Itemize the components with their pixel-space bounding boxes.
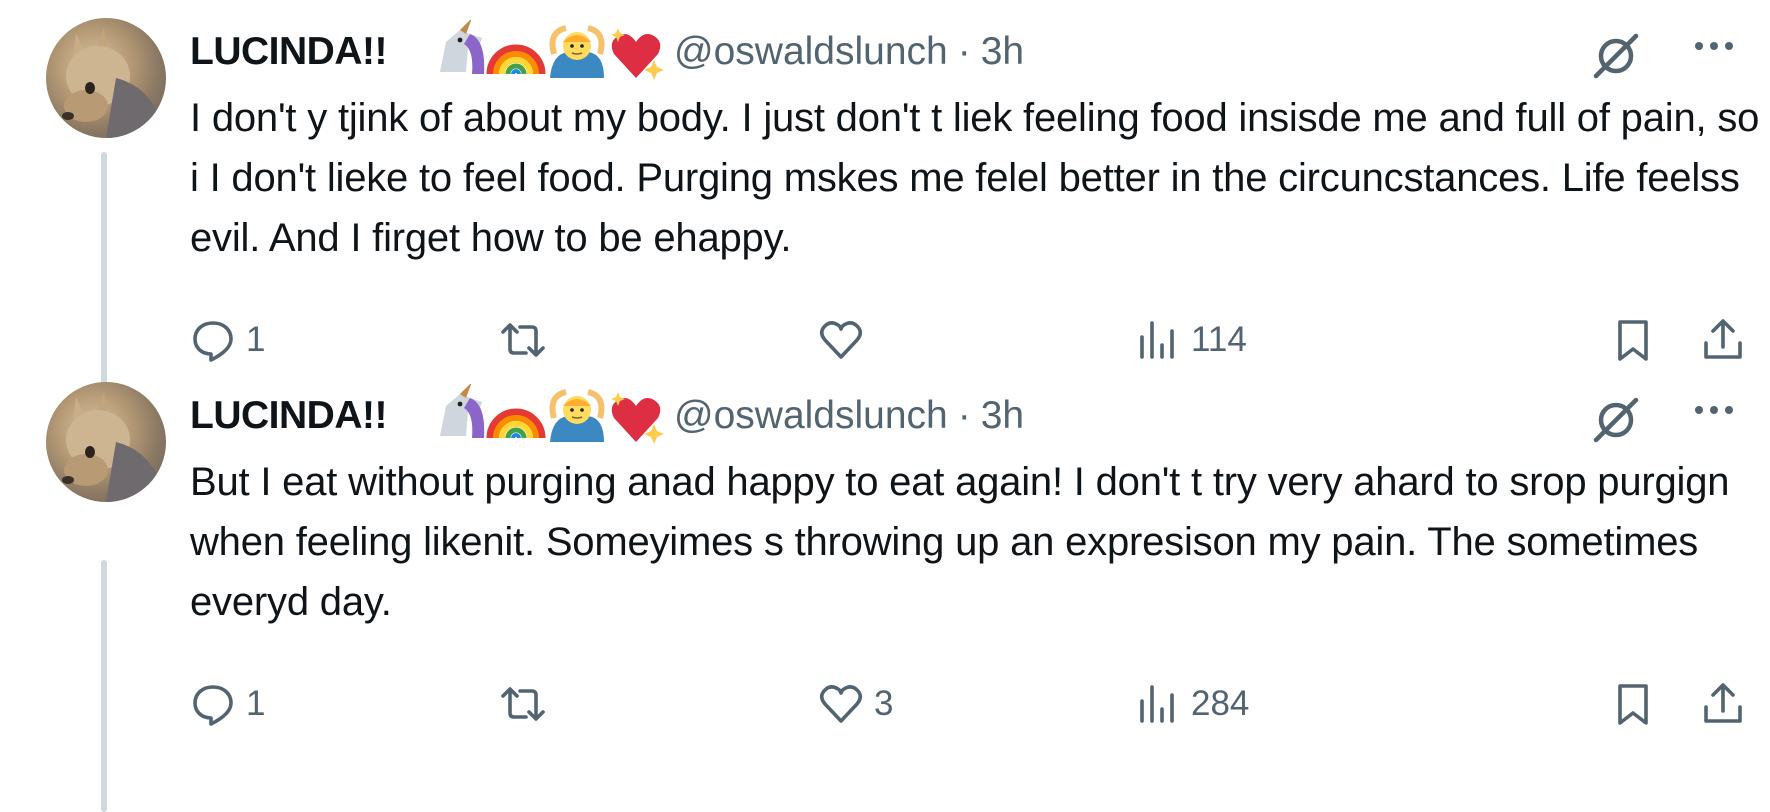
unicorn-icon xyxy=(440,384,485,438)
avatar[interactable] xyxy=(46,18,166,138)
tweet-text: But I eat without purging anad happy to … xyxy=(190,460,1730,624)
action-bar: 1 3 284 xyxy=(190,674,1760,734)
unicorn-icon xyxy=(440,20,485,74)
bookmark-button[interactable] xyxy=(1610,674,1656,734)
handle[interactable]: @oswaldslunch xyxy=(674,394,948,437)
reply-button[interactable]: 1 xyxy=(190,674,265,734)
more-options-icon[interactable] xyxy=(1690,22,1738,70)
share-icon xyxy=(1704,683,1742,723)
timestamp[interactable]: 3h xyxy=(981,394,1024,437)
action-bar: 1 114 xyxy=(190,310,1760,370)
reply-count: 1 xyxy=(246,684,266,723)
like-button[interactable]: 3 xyxy=(818,674,893,734)
display-name[interactable]: LUCINDA!! xyxy=(190,394,387,438)
reply-icon xyxy=(193,321,233,362)
emoji-badges xyxy=(440,20,664,80)
repost-button[interactable] xyxy=(500,674,556,734)
more-options-icon[interactable] xyxy=(1690,386,1738,434)
views-button[interactable]: 114 xyxy=(1135,310,1247,370)
avatar-image xyxy=(46,28,166,138)
heart-icon xyxy=(819,685,863,723)
timestamp[interactable]: 3h xyxy=(981,30,1024,73)
view-count: 284 xyxy=(1191,684,1250,723)
bookmark-button[interactable] xyxy=(1610,310,1656,370)
views-button[interactable]: 284 xyxy=(1135,674,1249,734)
avatar-image xyxy=(46,392,166,502)
handle-meta: @oswaldslunch · 3h xyxy=(674,394,1024,438)
rainbow-icon xyxy=(486,408,546,439)
share-button[interactable] xyxy=(1700,310,1746,370)
views-icon xyxy=(1140,321,1174,359)
person-gesturing-ok-icon xyxy=(549,25,605,78)
avatar[interactable] xyxy=(46,382,166,502)
like-button[interactable] xyxy=(818,310,874,370)
views-icon xyxy=(1140,685,1174,723)
tweet[interactable]: LUCINDA!! xyxy=(0,364,1770,776)
tweet-text: I don't y tjink of about my body. I just… xyxy=(190,96,1760,260)
person-gesturing-ok-icon xyxy=(549,389,605,442)
grok-icon[interactable] xyxy=(1590,394,1642,446)
separator: · xyxy=(957,30,971,73)
grok-icon[interactable] xyxy=(1590,30,1642,82)
separator: · xyxy=(957,394,971,437)
reply-button[interactable]: 1 xyxy=(190,310,265,370)
sparkling-heart-icon xyxy=(611,28,664,80)
share-button[interactable] xyxy=(1700,674,1746,734)
rainbow-icon xyxy=(486,44,546,75)
sparkling-heart-icon xyxy=(611,392,664,444)
display-name[interactable]: LUCINDA!! xyxy=(190,30,387,74)
heart-icon xyxy=(819,321,863,359)
repost-icon xyxy=(501,323,545,357)
handle[interactable]: @oswaldslunch xyxy=(674,30,948,73)
tweet[interactable]: LUCINDA!! xyxy=(0,0,1770,412)
share-icon xyxy=(1704,319,1742,359)
like-count: 3 xyxy=(874,684,894,723)
repost-button[interactable] xyxy=(500,310,556,370)
reply-icon xyxy=(193,685,233,726)
emoji-badges xyxy=(440,384,664,444)
bookmark-icon xyxy=(1618,684,1648,725)
view-count: 114 xyxy=(1191,320,1247,359)
reply-count: 1 xyxy=(246,320,266,359)
bookmark-icon xyxy=(1618,320,1648,361)
repost-icon xyxy=(501,687,545,721)
handle-meta: @oswaldslunch · 3h xyxy=(674,30,1024,74)
